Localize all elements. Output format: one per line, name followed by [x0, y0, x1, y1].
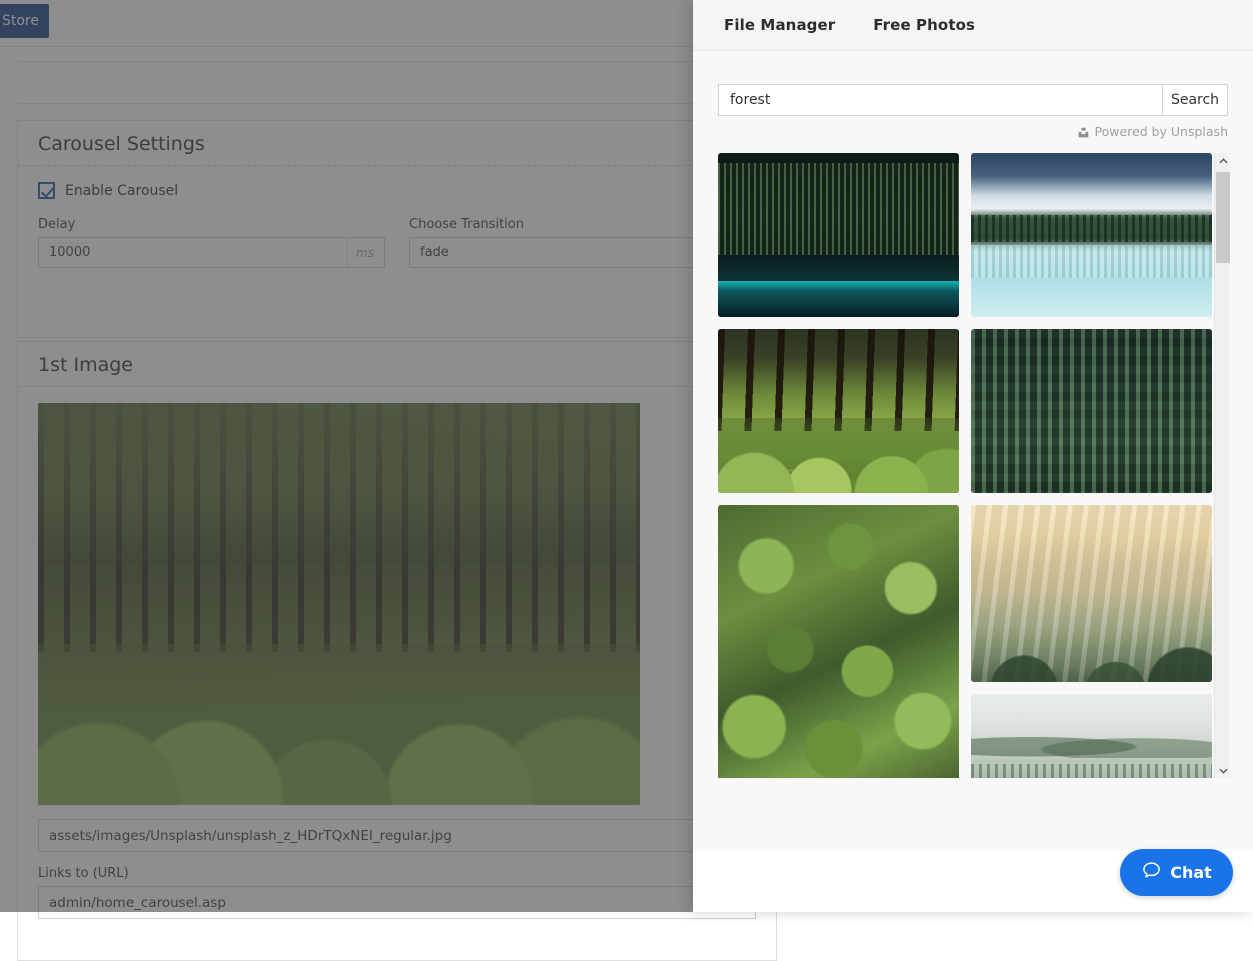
media-picker-modal: File Manager Free Photos forest Search P… [693, 0, 1253, 912]
scroll-down-arrow-icon[interactable] [1215, 762, 1231, 778]
photo-tile[interactable] [971, 329, 1212, 493]
tab-file-manager[interactable]: File Manager [724, 16, 835, 34]
photo-tile[interactable] [718, 153, 959, 317]
photo-tile[interactable]: Maksim Shutov [718, 329, 959, 493]
screen-root: w Store Carousel Settings Enable Carouse… [0, 0, 1253, 912]
modal-tab-bar: File Manager Free Photos [693, 0, 1253, 51]
photo-grid-scrollbar[interactable] [1214, 153, 1230, 778]
modal-backdrop-overlay[interactable] [0, 0, 693, 912]
photo-tile[interactable] [971, 153, 1212, 317]
photo-grid-column-right [971, 153, 1212, 778]
photo-grid-column-left: Maksim Shutov [718, 153, 959, 778]
search-input[interactable]: forest [718, 84, 1162, 116]
photo-grid: Maksim Shutov [718, 153, 1213, 778]
search-row: forest Search [718, 84, 1228, 116]
photo-tile[interactable] [971, 694, 1212, 778]
unsplash-attribution: Powered by Unsplash [718, 124, 1228, 139]
chat-widget-button[interactable]: Chat [1120, 849, 1233, 896]
scroll-up-arrow-icon[interactable] [1215, 153, 1231, 169]
unsplash-attribution-text: Powered by Unsplash [1094, 124, 1228, 139]
scrollbar-thumb[interactable] [1216, 172, 1230, 263]
chat-bubble-icon [1141, 860, 1162, 885]
photo-artist-caption: Maksim Shutov [718, 459, 959, 493]
search-button[interactable]: Search [1162, 84, 1228, 116]
photo-tile[interactable] [971, 505, 1212, 682]
photo-tile[interactable] [718, 505, 959, 778]
photo-results-area: Maksim Shutov [718, 153, 1230, 778]
unsplash-logo-icon [1078, 126, 1089, 137]
modal-body: forest Search Powered by Unsplash Maksim [693, 51, 1253, 850]
chat-widget-label: Chat [1170, 863, 1212, 882]
tab-free-photos[interactable]: Free Photos [873, 16, 975, 34]
